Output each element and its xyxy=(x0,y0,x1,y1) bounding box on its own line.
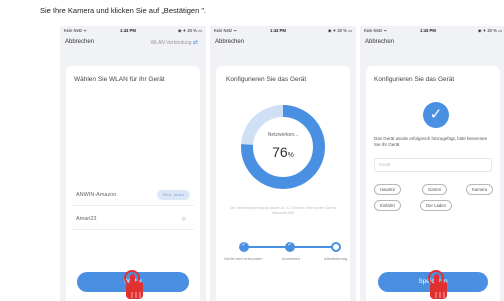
instruction-text: Sie Ihre Kamera und klicken Sie auf „Bes… xyxy=(40,6,207,15)
cancel-button[interactable]: Abbrechen xyxy=(65,39,94,45)
clock-label: 1:43 PM xyxy=(120,28,136,33)
status-bar: Kein Netz ᯤ 1:43 PM ◉ ✈ 20 % ▭ xyxy=(210,26,356,35)
clock-label: 1:43 PM xyxy=(270,28,286,33)
success-message: Das Gerät wurde erfolgreich hinzugefügt,… xyxy=(374,136,488,147)
nav-bar: Abbrechen WLAN Verbindung ⇄ xyxy=(60,35,206,51)
status-bar: Kein Netz ᯤ 1:43 PM ◉ ✈ 20 % ▭ xyxy=(360,26,504,35)
wifi-card: Wählen Sie WLAN für Ihr Gerät ANWIN-Amaz… xyxy=(66,66,200,301)
step-3-pending-icon xyxy=(331,242,341,252)
carrier-label: Kein Netz ᯤ xyxy=(364,28,388,33)
carrier-label: Kein Netz ᯤ xyxy=(64,28,88,33)
progress-unit: % xyxy=(287,152,294,159)
device-name-input[interactable]: Gerät xyxy=(374,158,492,172)
checkmark-icon: ✓ xyxy=(423,102,449,128)
room-tag[interactable]: Einfahrt xyxy=(374,200,401,211)
step-1-done-icon: ✓ xyxy=(239,242,249,252)
cancel-button[interactable]: Abbrechen xyxy=(215,39,244,45)
page-title: Konfigurieren Sie das Gerät xyxy=(374,76,455,83)
ssid-value: ANWIN-Amazon xyxy=(76,192,117,198)
nav-bar: Abbrechen xyxy=(210,35,356,51)
battery-indicator: ◉ ✈ 20 % ▭ xyxy=(477,28,502,33)
phone-screen-configuring: Kein Netz ᯤ 1:43 PM ◉ ✈ 20 % ▭ Abbrechen… xyxy=(210,26,356,301)
success-card: Konfigurieren Sie das Gerät ✓ Das Gerät … xyxy=(366,66,500,301)
battery-indicator: ◉ ✈ 20 % ▭ xyxy=(327,28,352,33)
phone-screen-success: Kein Netz ᯤ 1:43 PM ◉ ✈ 20 % ▭ Abbrechen… xyxy=(360,26,504,301)
password-field[interactable]: Amari23 ◎ xyxy=(72,210,194,230)
step-label: Initialisierung xyxy=(324,256,348,261)
swap-icon: ⇄ xyxy=(192,40,198,46)
room-tag[interactable]: Garten xyxy=(422,184,448,195)
tap-hand-icon xyxy=(124,270,143,299)
configure-card: Konfigurieren Sie das Gerät Netzwerken..… xyxy=(216,66,350,301)
select-wifi-chip[interactable]: Wi-fi...ahlen xyxy=(156,190,190,200)
manual-page: Sie Ihre Kamera und klicken Sie auf „Bes… xyxy=(0,0,504,301)
connection-hint: Der Verbindungsvorgang dauert ca. 1-2 Mi… xyxy=(229,206,337,215)
progress-label: Netzwerken... xyxy=(267,132,299,138)
step-label: Anmelden xyxy=(282,256,301,261)
wifi-connection-link[interactable]: WLAN Verbindung ⇄ xyxy=(150,39,198,46)
clock-label: 1:43 PM xyxy=(420,28,436,33)
progress-value: 76% xyxy=(238,144,328,160)
room-tag[interactable]: Haustür xyxy=(374,184,402,195)
page-title: Konfigurieren Sie das Gerät xyxy=(226,76,307,83)
tap-hand-icon xyxy=(428,270,447,299)
progress-number: 76 xyxy=(272,144,288,160)
phone-screen-wifi: Kein Netz ᯤ 1:43 PM ◉ ✈ 20 % ▭ Abbrechen… xyxy=(60,26,206,301)
cancel-button[interactable]: Abbrechen xyxy=(365,39,394,45)
battery-indicator: ◉ ✈ 20 % ▭ xyxy=(177,28,202,33)
progress-steps: ✓ ✓ Gerät wird verbunden Anmelden Initia… xyxy=(222,240,348,268)
password-value: Amari23 xyxy=(76,216,97,222)
step-label: Gerät wird verbunden xyxy=(224,256,263,261)
wifi-connection-label: WLAN Verbindung xyxy=(150,40,192,46)
eye-icon[interactable]: ◎ xyxy=(182,216,186,222)
carrier-label: Kein Netz ᯤ xyxy=(214,28,238,33)
page-title: Wählen Sie WLAN für Ihr Gerät xyxy=(74,76,165,83)
ssid-field[interactable]: ANWIN-Amazon Wi-fi...ahlen xyxy=(72,186,194,206)
room-tag[interactable]: Kamera xyxy=(466,184,494,195)
step-2-done-icon: ✓ xyxy=(285,242,295,252)
nav-bar: Abbrechen xyxy=(360,35,504,51)
progress-ring: Netzwerken... 76% xyxy=(238,102,328,192)
room-tag[interactable]: Der Laden xyxy=(420,200,453,211)
status-bar: Kein Netz ᯤ 1:43 PM ◉ ✈ 20 % ▭ xyxy=(60,26,206,35)
